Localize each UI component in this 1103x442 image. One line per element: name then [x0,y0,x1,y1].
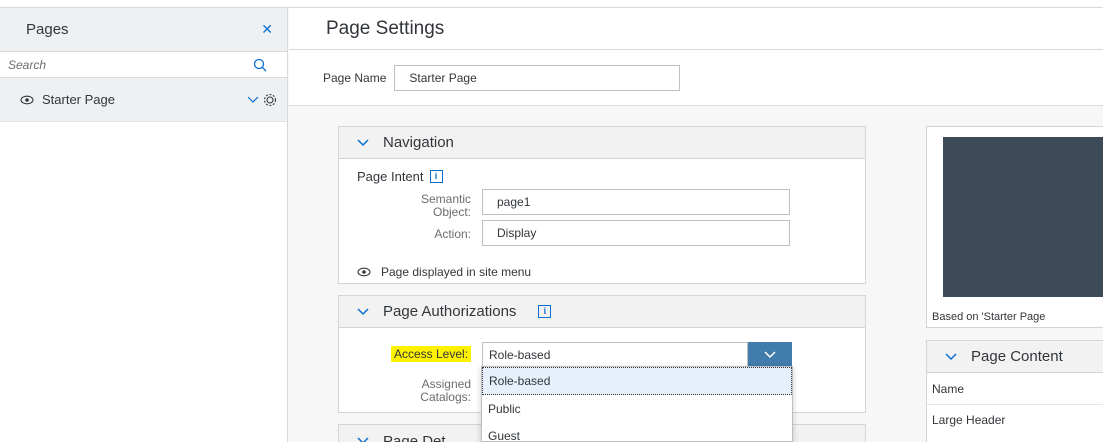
page-details-title: Page Det [383,432,446,442]
assigned-catalogs-label: Assigned Catalogs: [420,377,471,404]
sidebar-title: Pages [26,21,69,38]
access-level-dropdown-button[interactable] [748,342,792,368]
option-guest[interactable]: Guest [482,422,792,442]
navigation-title: Navigation [383,134,454,151]
pages-sidebar: Pages ✕ Search Starter Page [0,8,288,442]
chevron-down-icon[interactable] [357,138,369,147]
page-content-panel: Page Content Name Large Header [926,340,1103,442]
content-column-header: Name [927,373,1103,405]
preview-caption: Based on 'Starter Page [932,311,1046,323]
page-name-row: Page Name Starter Page [289,50,1103,106]
semantic-object-label: Semantic Object: [420,192,471,219]
authorizations-title: Page Authorizations [383,303,517,320]
gear-icon[interactable] [263,93,277,107]
page-intent-heading: Page Intent i [357,169,443,184]
chevron-down-icon[interactable] [945,352,957,361]
eye-icon [20,95,34,104]
authorizations-panel-header[interactable]: Page Authorizations i [339,296,865,328]
action-field[interactable]: Display [482,220,790,246]
sidebar-header: Pages ✕ [0,8,287,52]
chevron-down-icon[interactable] [357,437,369,442]
option-role-based[interactable]: Role-based [482,367,792,395]
page-name-field[interactable]: Starter Page [394,64,681,91]
page-name-label: Page Name [323,70,387,85]
page-title: Page Settings [326,17,445,39]
table-row[interactable]: Large Header [927,405,1103,435]
page-content-title: Page Content [971,348,1063,365]
page-content-header[interactable]: Page Content [927,341,1103,373]
access-level-select[interactable]: Role-based [482,342,748,368]
navigation-panel: Navigation Page Intent i Semantic Object… [338,126,866,284]
site-menu-text: Page displayed in site menu [381,265,532,279]
page-intent-label: Page Intent [357,169,424,184]
semantic-object-field[interactable]: page1 [482,189,790,215]
search-icon[interactable] [253,58,267,72]
search-placeholder: Search [8,57,47,72]
navigation-panel-header[interactable]: Navigation [339,127,865,159]
page-settings-header: Page Settings [289,8,1103,50]
info-icon[interactable]: i [429,170,443,183]
chevron-down-icon[interactable] [357,307,369,316]
info-icon[interactable]: i [538,305,552,318]
search-input[interactable]: Search [0,52,287,78]
chevron-down-icon[interactable] [247,96,259,104]
chevron-down-icon [764,351,776,359]
sidebar-item-starter-page[interactable]: Starter Page [0,78,287,122]
page-preview-image [943,137,1103,297]
action-label: Action: [434,227,471,241]
sidebar-item-label: Starter Page [42,92,115,107]
access-level-label: Access Level: [359,346,471,362]
site-menu-note: Page displayed in site menu [357,265,531,279]
eye-icon [357,267,371,277]
access-level-listbox: Role-based Public Guest [481,366,793,442]
close-icon[interactable]: ✕ [261,21,273,38]
option-public[interactable]: Public [482,395,792,422]
preview-panel: Based on 'Starter Page [926,126,1103,328]
top-shell-bar [0,0,1103,8]
